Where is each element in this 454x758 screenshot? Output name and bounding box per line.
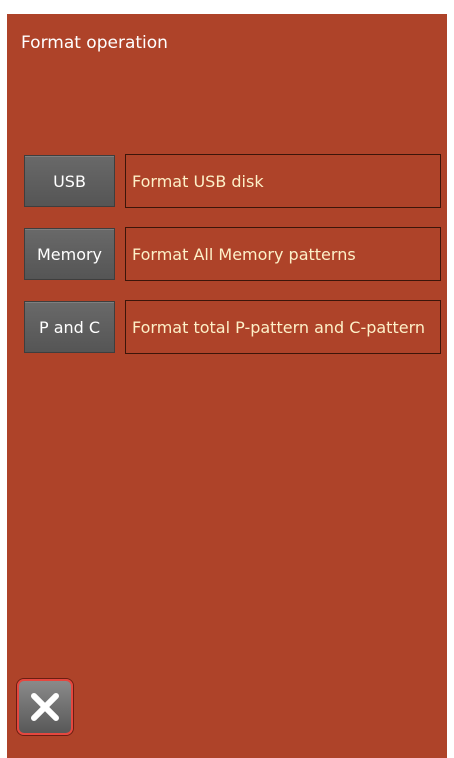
memory-format-description: Format All Memory patterns (125, 227, 441, 281)
memory-format-button[interactable]: Memory (24, 228, 115, 280)
close-x-icon (31, 693, 59, 721)
page-title: Format operation (21, 33, 168, 53)
p-and-c-format-description: Format total P-pattern and C-pattern (125, 300, 441, 354)
close-button[interactable] (17, 679, 73, 735)
format-operation-screen: Format operation USB Format USB disk Mem… (7, 14, 447, 758)
format-row-memory: Memory Format All Memory patterns (24, 227, 444, 281)
usb-format-button[interactable]: USB (24, 155, 115, 207)
format-row-usb: USB Format USB disk (24, 154, 444, 208)
format-row-p-and-c: P and C Format total P-pattern and C-pat… (24, 300, 444, 354)
p-and-c-format-button[interactable]: P and C (24, 301, 115, 353)
usb-format-description: Format USB disk (125, 154, 441, 208)
